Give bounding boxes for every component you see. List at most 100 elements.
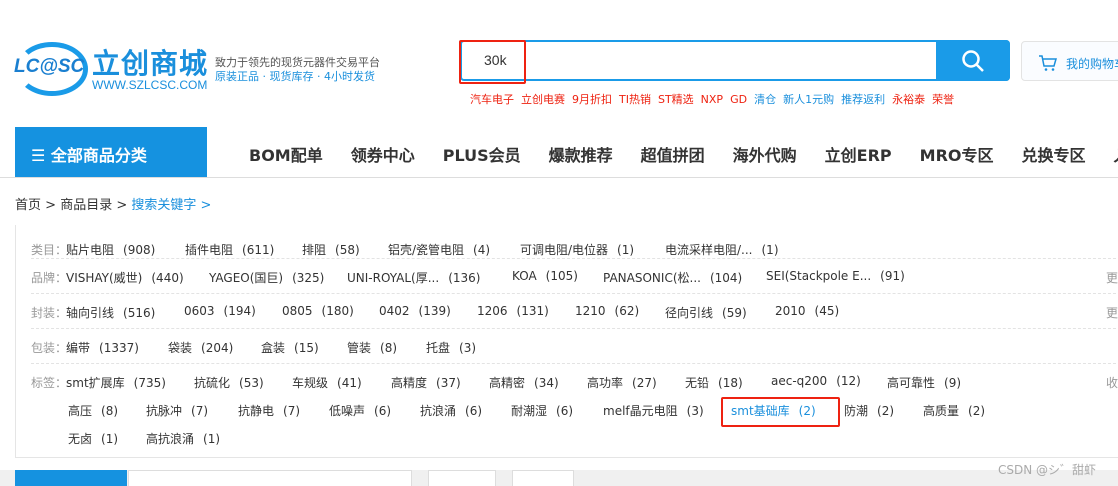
search-icon — [962, 49, 984, 72]
package-filter-option[interactable]: 1210 (62) — [575, 304, 639, 318]
category-filter-option[interactable]: 可调电阻/电位器 (1) — [520, 241, 634, 258]
package-filter-option[interactable]: 0402 (139) — [379, 304, 451, 318]
option-count: (34) — [534, 376, 559, 390]
category-filter-option[interactable]: 铝壳/瓷管电阻 (4) — [388, 241, 490, 258]
brand-filter-option[interactable]: YAGEO(国巨) (325) — [209, 269, 324, 286]
tags-filter-option[interactable]: 高精密 (34) — [489, 374, 559, 391]
packing-filter-option[interactable]: 袋装 (204) — [168, 339, 233, 356]
packing-filter-option[interactable]: 管装 (8) — [347, 339, 397, 356]
tags-filter-option[interactable]: 无铅 (18) — [685, 374, 743, 391]
tags-filter-option[interactable]: 抗硫化 (53) — [194, 374, 264, 391]
option-count: (27) — [632, 376, 657, 390]
nav-bom[interactable]: BOM配单 — [249, 146, 323, 165]
hot-keyword[interactable]: ST精选 — [658, 93, 694, 106]
option-count: (1337) — [99, 341, 139, 355]
hot-keyword[interactable]: 永裕泰 — [892, 93, 925, 106]
logo[interactable]: LC@SC — [14, 56, 84, 78]
option-count: (194) — [223, 304, 256, 318]
brand-filter-option[interactable]: UNI-ROYAL(厚... (136) — [347, 269, 480, 286]
tags-filter-option[interactable]: 抗浪涌 (6) — [420, 402, 482, 419]
tags-filter-option[interactable]: aec-q200 (12) — [771, 374, 861, 388]
category-filter-option[interactable]: 排阻 (58) — [302, 241, 360, 258]
package-filter-option[interactable]: 0805 (180) — [282, 304, 354, 318]
tags-collapse-button[interactable]: 收 — [1106, 374, 1118, 391]
option-count: (440) — [151, 271, 184, 285]
nav-erp[interactable]: 立创ERP — [825, 146, 892, 165]
tags-filter-option[interactable]: 车规级 (41) — [292, 374, 362, 391]
crumb-home[interactable]: 首页 — [15, 198, 41, 213]
brand-filter-option[interactable]: PANASONIC(松... (104) — [603, 269, 742, 286]
tags-filter-option[interactable]: 高压 (8) — [68, 402, 118, 419]
brand-filter-option[interactable]: VISHAY(威世) (440) — [66, 269, 184, 286]
divider — [0, 177, 1118, 178]
hot-keyword[interactable]: 荣誉 — [932, 93, 954, 106]
search-input[interactable] — [484, 52, 924, 68]
category-filter-option[interactable]: 插件电阻 (611) — [185, 241, 274, 258]
tags-filter-option[interactable]: 无卤 (1) — [68, 430, 118, 447]
divider — [31, 293, 1118, 294]
hot-keyword[interactable]: NXP — [701, 93, 723, 106]
brand-filter-option[interactable]: SEI(Stackpole E... (91) — [766, 269, 905, 283]
option-count: (91) — [880, 269, 905, 283]
hot-keyword[interactable]: GD — [730, 93, 747, 106]
sort-tab-active[interactable] — [15, 470, 127, 486]
tags-filter-option[interactable]: 高精度 (37) — [391, 374, 461, 391]
brand-more-button[interactable]: 更 — [1106, 269, 1118, 286]
hot-keyword[interactable]: 汽车电子 — [470, 93, 514, 106]
package-filter-option[interactable]: 0603 (194) — [184, 304, 256, 318]
option-name: 2010 — [775, 304, 806, 318]
tags-filter-option[interactable]: 防潮 (2) — [844, 402, 894, 419]
tags-filter-option[interactable]: smt扩展库 (735) — [66, 374, 166, 391]
packing-filter-option[interactable]: 托盘 (3) — [426, 339, 476, 356]
nav-coupons[interactable]: 领券中心 — [351, 146, 415, 165]
package-filter-option[interactable]: 轴向引线 (516) — [66, 304, 155, 321]
sort-tab[interactable] — [428, 470, 496, 486]
tags-filter-option[interactable]: 抗静电 (7) — [238, 402, 300, 419]
option-name: 抗脉冲 — [146, 404, 183, 418]
category-filter-option[interactable]: 电流采样电阻/... (1) — [665, 241, 779, 258]
nav-overseas[interactable]: 海外代购 — [733, 146, 797, 165]
option-name: PANASONIC(松... — [603, 271, 701, 285]
package-more-button[interactable]: 更 — [1106, 304, 1118, 321]
option-name: 1210 — [575, 304, 606, 318]
hot-keyword[interactable]: 立创电赛 — [521, 93, 565, 106]
site-url: WWW.SZLCSC.COM — [92, 78, 208, 92]
tags-filter-option[interactable]: 高功率 (27) — [587, 374, 657, 391]
option-count: (6) — [465, 404, 483, 418]
hot-keyword[interactable]: TI热销 — [619, 93, 651, 106]
tags-filter-option[interactable]: 低噪声 (6) — [329, 402, 391, 419]
nav-exchange[interactable]: 兑换专区 — [1022, 146, 1086, 165]
packing-filter-option[interactable]: 盒装 (15) — [261, 339, 319, 356]
category-filter-option[interactable]: 贴片电阻 (908) — [66, 241, 155, 258]
sort-tab[interactable] — [512, 470, 574, 486]
hot-keyword[interactable]: 新人1元购 — [783, 93, 834, 106]
tags-filter-option[interactable]: 耐潮湿 (6) — [511, 402, 573, 419]
highlight-box — [721, 397, 840, 427]
hot-keyword[interactable]: 清仓 — [754, 93, 776, 106]
hot-keyword[interactable]: 9月折扣 — [572, 93, 612, 106]
package-filter-option[interactable]: 1206 (131) — [477, 304, 549, 318]
nav-group[interactable]: 超值拼团 — [641, 146, 705, 165]
nav-more[interactable]: 入 — [1114, 146, 1118, 165]
tags-filter-option[interactable]: 高抗浪涌 (1) — [146, 430, 220, 447]
tags-filter-option[interactable]: melf晶元电阻 (3) — [603, 402, 704, 419]
brand-filter-option[interactable]: KOA (105) — [512, 269, 578, 283]
sort-tab-group[interactable] — [128, 470, 412, 486]
packing-filter-option[interactable]: 编带 (1337) — [66, 339, 139, 356]
crumb-keyword[interactable]: 搜索关键字 — [131, 198, 196, 213]
package-label: 封装： — [31, 306, 68, 320]
nav-mro[interactable]: MRO专区 — [920, 146, 994, 165]
nav-hot[interactable]: 爆款推荐 — [549, 146, 613, 165]
tags-filter-option[interactable]: 高质量 (2) — [923, 402, 985, 419]
nav-plus[interactable]: PLUS会员 — [443, 146, 521, 165]
option-count: (1) — [617, 243, 635, 257]
package-filter-option[interactable]: 2010 (45) — [775, 304, 839, 318]
all-categories-button[interactable]: ☰ 全部商品分类 — [15, 127, 207, 177]
cart-button[interactable]: 我的购物车 — [1021, 41, 1118, 81]
tags-filter-option[interactable]: 抗脉冲 (7) — [146, 402, 208, 419]
hot-keyword[interactable]: 推荐返利 — [841, 93, 885, 106]
tags-filter-option[interactable]: 高可靠性 (9) — [887, 374, 961, 391]
package-filter-option[interactable]: 径向引线 (59) — [665, 304, 747, 321]
crumb-catalog[interactable]: 商品目录 — [60, 198, 112, 213]
search-button[interactable] — [936, 40, 1010, 81]
